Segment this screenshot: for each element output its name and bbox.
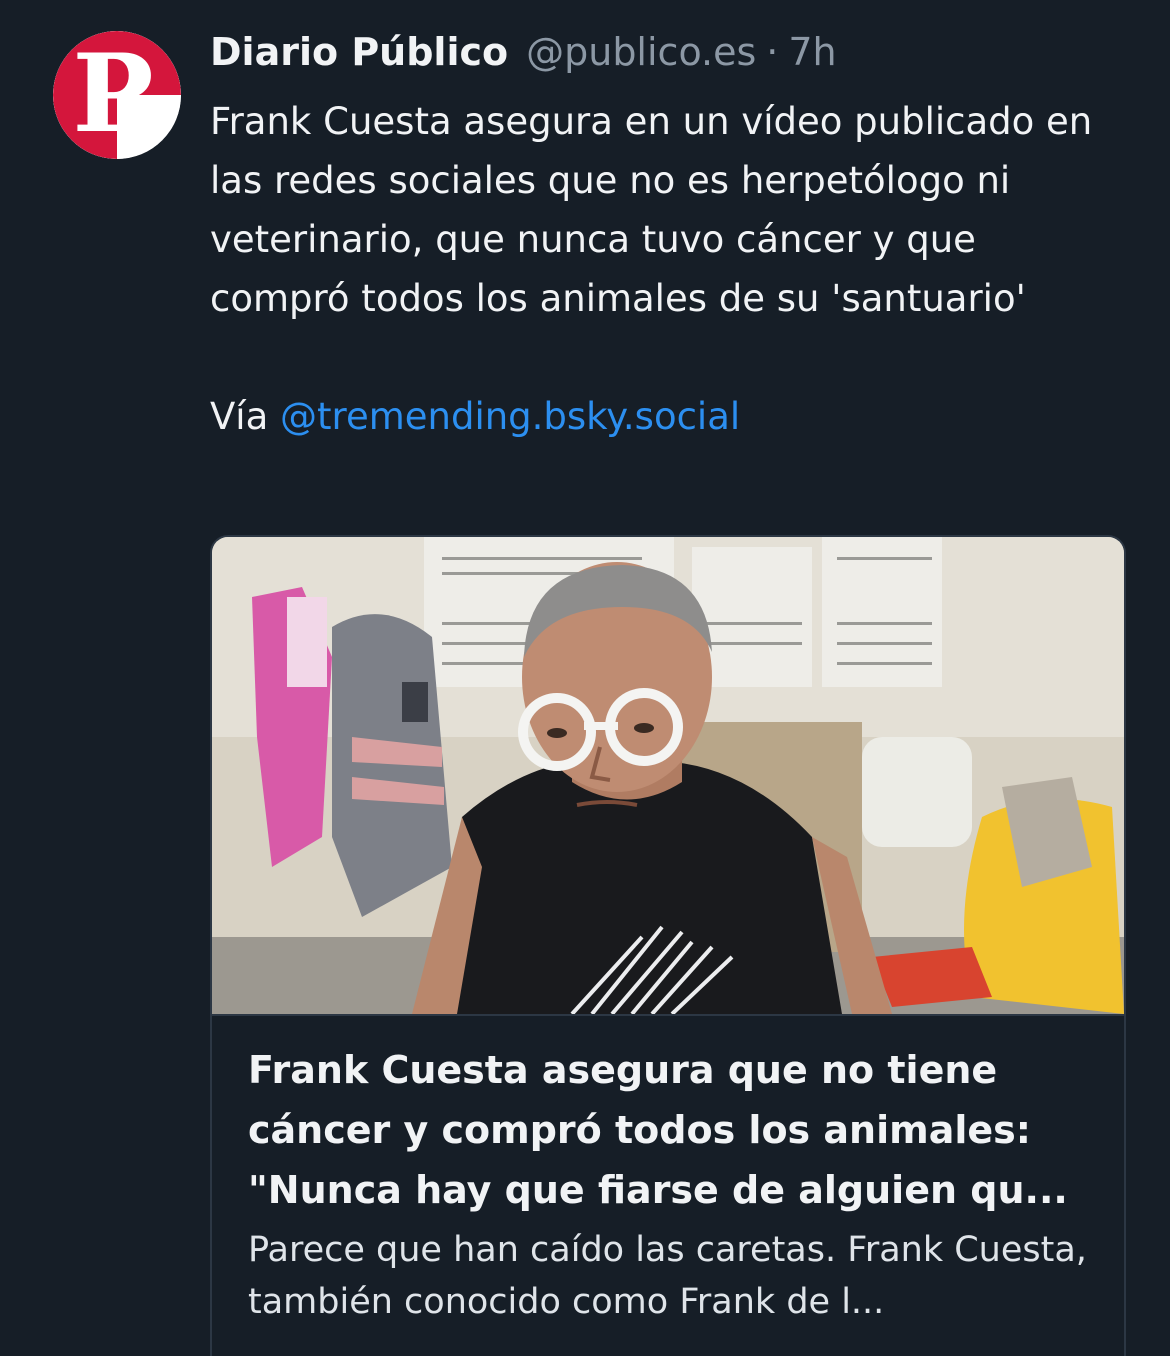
avatar[interactable]: P P xyxy=(53,31,181,159)
post-text: Frank Cuesta asegura en un vídeo publica… xyxy=(210,100,1093,320)
card-description: Parece que han caído las caretas. Frank … xyxy=(248,1230,1087,1322)
post[interactable]: P P Diario Público @publico.es · 7h Fran… xyxy=(0,0,1170,1356)
card-body: Frank Cuesta asegura que no tiene cáncer… xyxy=(212,1016,1124,1328)
author-handle[interactable]: @publico.es xyxy=(526,26,756,78)
publico-logo-icon: P P xyxy=(53,31,181,159)
article-thumbnail xyxy=(212,537,1124,1016)
card-title[interactable]: Frank Cuesta asegura que no tiene cáncer… xyxy=(248,1040,1088,1220)
separator-dot: · xyxy=(766,30,779,74)
author-name[interactable]: Diario Público xyxy=(210,26,508,78)
via-line: Vía @tremending.bsky.social xyxy=(210,387,1130,446)
post-header: Diario Público @publico.es · 7h xyxy=(210,26,1130,78)
mention-link[interactable]: @tremending.bsky.social xyxy=(280,395,740,438)
article-thumbnail-photo xyxy=(212,537,1124,1014)
post-content: Diario Público @publico.es · 7h Frank Cu… xyxy=(210,26,1130,446)
post-time[interactable]: 7h xyxy=(788,26,836,78)
via-prefix: Vía xyxy=(210,395,269,438)
link-card[interactable]: Frank Cuesta asegura que no tiene cáncer… xyxy=(210,535,1126,1356)
